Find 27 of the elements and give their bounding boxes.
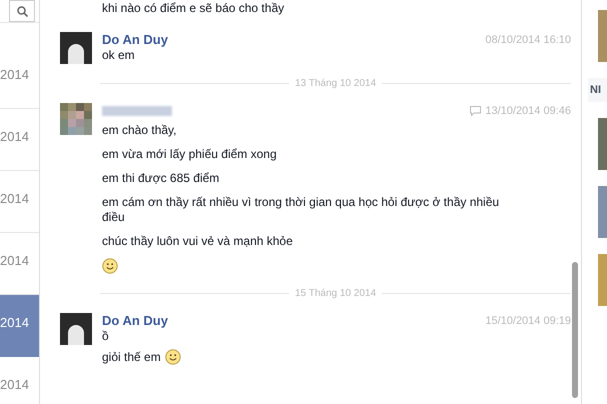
message-text: em cám ơn thầy rất nhiều vì trong thời gian qua học hỏi được ở thầy nhiều điều: [102, 195, 500, 225]
message-time: 13/10/2014 09:46: [485, 104, 571, 119]
conversation-list-item[interactable]: 2014: [0, 295, 39, 357]
blurred-name: [102, 106, 172, 116]
message-text: giỏi thế em: [102, 350, 161, 364]
message-text: chúc thầy luôn vui vẻ và mạnh khỏe: [102, 234, 293, 249]
date-divider-label: 15 Tháng 10 2014: [295, 287, 376, 301]
scrollbar-thumb[interactable]: [572, 262, 578, 398]
conversation-list-item[interactable]: 2014: [0, 357, 39, 404]
message-text: ồ: [102, 329, 109, 344]
sender-name[interactable]: Do An Duy: [102, 311, 168, 331]
conversation-list-item[interactable]: 2014: [0, 171, 39, 233]
message-text: ok em: [102, 48, 135, 63]
conversation-list-item[interactable]: 2014: [0, 47, 39, 109]
search-icon: [16, 6, 28, 16]
message-text: em thi được 685 điểm: [102, 171, 220, 186]
section-heading: NI: [588, 78, 607, 102]
message-text: em chào thầy,: [102, 123, 176, 138]
message-text: em vừa mới lấy phiếu điểm xong: [102, 147, 277, 162]
conversation-list-item[interactable]: 2014: [0, 109, 39, 171]
message-text: khi nào có điểm e sẽ báo cho thầy: [102, 1, 286, 16]
message-time: 08/10/2014 16:10: [485, 32, 571, 48]
chat-bubble-icon: [470, 106, 482, 116]
search-button[interactable]: [9, 0, 35, 22]
sender-name[interactable]: Do An Duy: [102, 30, 168, 50]
message-time: 15/10/2014 09:19: [485, 314, 571, 329]
date-divider-label: 13 Tháng 10 2014: [295, 77, 376, 91]
